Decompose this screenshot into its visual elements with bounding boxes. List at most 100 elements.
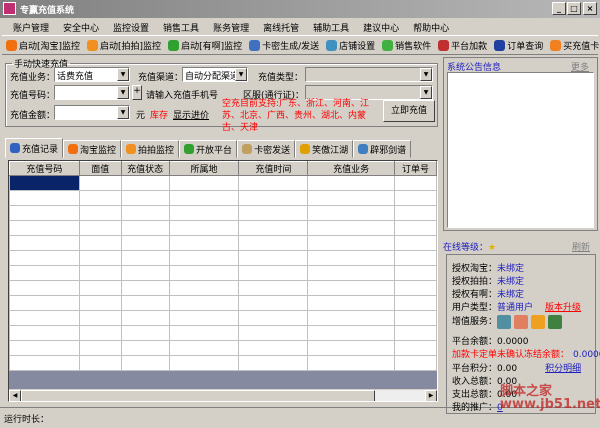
toolbar-button[interactable]: 启动[淘宝]监控 xyxy=(6,39,80,52)
table-cell[interactable] xyxy=(9,325,80,341)
table-cell[interactable] xyxy=(394,190,437,206)
table-cell[interactable] xyxy=(168,235,240,251)
table-cell[interactable] xyxy=(168,190,240,206)
table-cell[interactable] xyxy=(78,175,122,191)
table-cell[interactable] xyxy=(9,355,80,371)
table-row[interactable] xyxy=(9,205,437,221)
table-row[interactable] xyxy=(9,220,437,236)
table-cell[interactable] xyxy=(78,295,122,311)
toolbar-button[interactable]: 平台加款 xyxy=(438,39,487,52)
table-cell[interactable] xyxy=(120,310,170,326)
menu-item[interactable]: 销售工具 xyxy=(156,18,206,35)
table-cell[interactable] xyxy=(78,325,122,341)
calendar-service-icon[interactable] xyxy=(514,314,529,329)
table-cell[interactable] xyxy=(78,205,122,221)
amount-select[interactable]: ▼ xyxy=(54,105,130,120)
column-header[interactable]: 充值业务 xyxy=(307,161,396,176)
recharge-now-button[interactable]: 立即充值 xyxy=(383,100,435,122)
table-cell[interactable] xyxy=(307,295,396,311)
tab-6[interactable]: 辟邪剑谱 xyxy=(353,140,412,158)
table-cell[interactable] xyxy=(238,355,309,371)
table-row[interactable] xyxy=(9,235,437,251)
table-cell[interactable] xyxy=(307,280,396,296)
table-cell[interactable] xyxy=(394,310,437,326)
table-cell[interactable] xyxy=(9,340,80,356)
table-row[interactable] xyxy=(9,190,437,206)
table-row[interactable] xyxy=(9,340,437,356)
table-cell[interactable] xyxy=(78,340,122,356)
table-cell[interactable] xyxy=(120,250,170,266)
column-header[interactable]: 所属地 xyxy=(168,161,240,176)
table-cell[interactable] xyxy=(9,280,80,296)
table-cell[interactable] xyxy=(78,190,122,206)
table-cell[interactable] xyxy=(120,190,170,206)
show-price-link[interactable]: 显示进价 xyxy=(173,108,209,121)
tab-1[interactable]: 淘宝监控 xyxy=(63,140,122,158)
table-cell[interactable] xyxy=(307,325,396,341)
column-header[interactable]: 面值 xyxy=(78,161,122,176)
menu-item[interactable]: 安全中心 xyxy=(56,18,106,35)
table-cell[interactable] xyxy=(307,205,396,221)
horizontal-scrollbar[interactable]: ◀ ▶ xyxy=(9,389,437,401)
table-cell[interactable] xyxy=(78,355,122,371)
menu-item[interactable]: 账户管理 xyxy=(6,18,56,35)
table-cell[interactable] xyxy=(307,355,396,371)
table-cell[interactable] xyxy=(9,265,80,281)
table-cell[interactable] xyxy=(9,235,80,251)
table-cell[interactable] xyxy=(168,220,240,236)
menu-item[interactable]: 监控设置 xyxy=(106,18,156,35)
table-cell[interactable] xyxy=(78,250,122,266)
table-cell[interactable] xyxy=(394,220,437,236)
table-cell[interactable] xyxy=(394,250,437,266)
type-select[interactable]: ▼ xyxy=(305,67,433,82)
scroll-thumb[interactable] xyxy=(21,390,375,401)
open-service-icon[interactable] xyxy=(531,314,546,329)
tab-4[interactable]: 卡密发送 xyxy=(237,140,296,158)
tab-0[interactable]: 充值记录 xyxy=(5,138,64,158)
menu-item[interactable]: 建议中心 xyxy=(356,18,406,35)
points-detail-link[interactable]: 积分明细 xyxy=(545,364,581,374)
maximize-button[interactable]: □ xyxy=(567,2,581,15)
table-cell[interactable] xyxy=(120,175,170,191)
table-row[interactable] xyxy=(9,295,437,311)
table-cell[interactable] xyxy=(168,265,240,281)
column-header[interactable]: 充值号码 xyxy=(9,161,80,176)
table-row[interactable] xyxy=(9,310,437,326)
table-cell[interactable] xyxy=(394,205,437,221)
table-cell[interactable] xyxy=(168,340,240,356)
table-cell[interactable] xyxy=(168,250,240,266)
table-cell[interactable] xyxy=(394,295,437,311)
sms-service-icon[interactable] xyxy=(497,314,512,329)
table-cell[interactable] xyxy=(394,355,437,371)
table-cell[interactable] xyxy=(238,340,309,356)
table-cell[interactable] xyxy=(238,235,309,251)
table-cell[interactable] xyxy=(120,295,170,311)
table-cell[interactable] xyxy=(307,340,396,356)
scroll-left-icon[interactable]: ◀ xyxy=(9,390,21,401)
table-cell[interactable] xyxy=(9,190,80,206)
menu-item[interactable]: 辅助工具 xyxy=(306,18,356,35)
table-cell[interactable] xyxy=(238,295,309,311)
tab-5[interactable]: 笑傲江湖 xyxy=(295,140,354,158)
toolbar-button[interactable]: 销售软件 xyxy=(382,39,431,52)
table-cell[interactable] xyxy=(238,175,309,191)
menu-item[interactable]: 帮助中心 xyxy=(406,18,456,35)
minimize-button[interactable]: _ xyxy=(552,2,566,15)
table-cell[interactable] xyxy=(168,205,240,221)
table-cell[interactable] xyxy=(9,310,80,326)
close-button[interactable]: × xyxy=(583,2,597,15)
table-cell[interactable] xyxy=(307,265,396,281)
table-cell[interactable] xyxy=(238,280,309,296)
toolbar-button[interactable]: 启动[有啊]监控 xyxy=(168,39,242,52)
table-cell[interactable] xyxy=(9,250,80,266)
table-cell[interactable] xyxy=(120,205,170,221)
table-cell[interactable] xyxy=(238,325,309,341)
table-cell[interactable] xyxy=(168,295,240,311)
table-row[interactable] xyxy=(9,250,437,266)
table-cell[interactable] xyxy=(78,235,122,251)
column-header[interactable]: 订单号 xyxy=(394,161,437,176)
add-number-button[interactable]: + xyxy=(132,85,142,100)
table-cell[interactable] xyxy=(168,175,240,191)
table-cell[interactable] xyxy=(168,310,240,326)
table-row[interactable] xyxy=(9,325,437,341)
